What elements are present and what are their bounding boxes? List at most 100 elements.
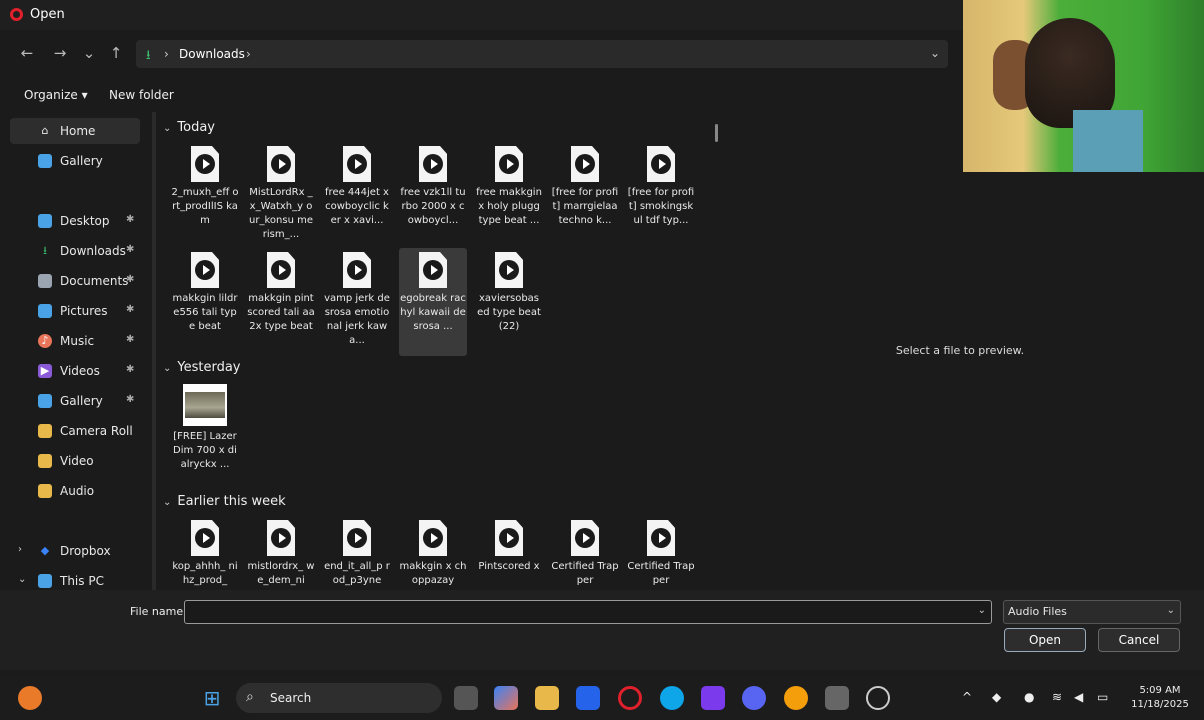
audio-file-icon [343, 520, 371, 556]
sidebar-item-camera-roll[interactable]: Camera Roll [10, 418, 140, 444]
volume-icon[interactable]: ◀ [1074, 690, 1083, 704]
recent-locations-icon[interactable]: ⌄ [78, 44, 100, 62]
start-icon[interactable]: ⊞ [200, 686, 224, 710]
file-name: makkgin lildre556 tali type beat [172, 293, 238, 332]
breadcrumb-chevron-icon[interactable]: › [246, 47, 251, 61]
file-item[interactable]: free vzk1ll turbo 2000 x cowboycl... [399, 146, 467, 228]
file-explorer-icon[interactable] [535, 686, 559, 710]
group-header-earlier-this-week[interactable]: ⌄ Earlier this week [163, 494, 286, 509]
group-header-today[interactable]: ⌄ Today [163, 120, 215, 135]
sidebar-item-label: Pictures [60, 304, 108, 318]
file-name: [free for profit] marrgielaa techno k... [551, 187, 619, 226]
copilot-icon[interactable] [494, 686, 518, 710]
file-name-input[interactable]: ⌄ [184, 600, 992, 624]
file-name-label: File name: [130, 605, 187, 618]
open-button[interactable]: Open [1004, 628, 1086, 652]
file-item[interactable]: [FREE] Lazer Dim 700 x dialryckx ... [171, 384, 239, 472]
sidebar-item-videos[interactable]: ▶ Videos ✱ [10, 358, 140, 384]
organize-button[interactable]: Organize ▾ [24, 88, 88, 102]
forward-arrow-icon[interactable]: → [49, 44, 71, 62]
pane-splitter[interactable] [152, 112, 156, 590]
documents-icon [38, 274, 52, 288]
vertical-scrollbar[interactable] [715, 124, 718, 142]
up-arrow-icon[interactable]: ↑ [105, 44, 127, 62]
file-item[interactable]: end_it_all_p rod_p3yne [323, 520, 391, 588]
file-item[interactable]: [free for profit] marrgielaa techno k... [551, 146, 619, 228]
microphone-icon[interactable]: ● [1024, 690, 1034, 704]
clipchamp-icon[interactable] [701, 686, 725, 710]
sidebar-item-label: Documents [60, 274, 129, 288]
chevron-down-icon[interactable]: ⌄ [978, 605, 986, 616]
taskbar-search[interactable]: ⌕ Search [236, 683, 442, 713]
file-item[interactable]: makkgin x choppazay [399, 520, 467, 588]
cancel-button[interactable]: Cancel [1098, 628, 1180, 652]
camera-icon[interactable] [825, 686, 849, 710]
file-item[interactable]: [free for profit] smokingsk ul tdf typ..… [627, 146, 695, 228]
gallery-icon [38, 394, 52, 408]
file-name: xaviersobas ed type beat (22) [477, 293, 541, 332]
sidebar-item-downloads[interactable]: ⭳ Downloads ✱ [10, 238, 140, 264]
file-item[interactable]: free makkgin x holy plugg type beat ... [475, 146, 543, 228]
sidebar-item-label: Music [60, 334, 95, 348]
task-view-icon[interactable] [454, 686, 478, 710]
file-item[interactable]: free 444jet x cowboyclic ker x xavi... [323, 146, 391, 228]
sidebar-item-label: Videos [60, 364, 100, 378]
file-item[interactable]: Pintscored x [475, 520, 543, 574]
clock-time: 5:09 AM [1139, 685, 1181, 696]
chevron-down-icon[interactable]: ⌄ [18, 574, 26, 585]
file-item[interactable]: makkgin pintscored tali aa2x type beat [247, 252, 315, 334]
outlook-icon[interactable] [576, 686, 600, 710]
dropbox-tray-icon[interactable]: ◆ [992, 690, 1001, 704]
clock[interactable]: 5:09 AM 11/18/2025 [1124, 684, 1196, 712]
file-name: vamp jerk desrosa emotional jerk kawa... [324, 293, 390, 346]
sidebar-item-gallery-2[interactable]: Gallery ✱ [10, 388, 140, 414]
back-arrow-icon[interactable]: ← [16, 44, 38, 62]
sidebar-item-audio[interactable]: Audio [10, 478, 140, 504]
sidebar-item-desktop[interactable]: Desktop ✱ [10, 208, 140, 234]
file-item[interactable]: mistlordrx_ we_dem_ni [247, 520, 315, 588]
edge-icon[interactable] [660, 686, 684, 710]
audio-file-icon [191, 252, 219, 288]
weather-icon[interactable] [18, 686, 42, 710]
file-item[interactable]: 2_muxh_eff ort_prodIlIS kam [171, 146, 239, 228]
file-name: kop_ahhh_ nihz_prod_ [172, 561, 238, 586]
file-item[interactable]: xaviersobas ed type beat (22) [475, 252, 543, 334]
file-item[interactable]: makkgin lildre556 tali type beat [171, 252, 239, 334]
sidebar-item-pictures[interactable]: Pictures ✱ [10, 298, 140, 324]
breadcrumb-downloads[interactable]: Downloads [179, 47, 245, 61]
pin-icon: ✱ [126, 244, 135, 255]
sidebar-item-dropbox[interactable]: › ◆ Dropbox [10, 538, 140, 564]
file-type-select[interactable]: Audio Files ⌄ [1003, 600, 1181, 624]
opera-icon[interactable] [618, 686, 642, 710]
file-item[interactable]: vamp jerk desrosa emotional jerk kawa... [323, 252, 391, 348]
file-item[interactable]: MistLordRx _x_Watxh_y our_konsu merism_.… [247, 146, 315, 242]
clock-date: 11/18/2025 [1131, 699, 1189, 710]
discord-icon[interactable] [742, 686, 766, 710]
file-item-hovered[interactable]: egobreak rachyl kawaii desrosa ... [399, 248, 467, 356]
videos-icon: ▶ [38, 364, 52, 378]
app-icon[interactable] [784, 686, 808, 710]
sidebar-item-gallery[interactable]: Gallery [10, 148, 140, 174]
audio-file-icon [495, 252, 523, 288]
webcam-overlay [963, 0, 1204, 172]
chevron-right-icon[interactable]: › [18, 544, 22, 555]
chevron-down-icon: ⌄ [1166, 605, 1175, 616]
file-item[interactable]: kop_ahhh_ nihz_prod_ [171, 520, 239, 588]
wifi-icon[interactable]: ≋ [1052, 690, 1062, 704]
audio-file-icon [191, 520, 219, 556]
file-name: makkgin x choppazay [399, 561, 467, 586]
new-folder-button[interactable]: New folder [109, 88, 174, 102]
file-item[interactable]: Certified Trapper [551, 520, 619, 588]
battery-icon[interactable]: ▭ [1097, 690, 1108, 704]
chevron-down-icon[interactable]: ⌄ [930, 46, 940, 60]
file-item[interactable]: Certified Trapper [627, 520, 695, 588]
chevron-up-icon[interactable]: ^ [962, 690, 972, 704]
sidebar-item-video[interactable]: Video [10, 448, 140, 474]
sidebar-item-music[interactable]: ♪ Music ✱ [10, 328, 140, 354]
sidebar-item-documents[interactable]: Documents ✱ [10, 268, 140, 294]
group-header-yesterday[interactable]: ⌄ Yesterday [163, 360, 241, 375]
obs-icon[interactable] [866, 686, 890, 710]
dialog-title: Open [30, 7, 65, 22]
address-bar[interactable]: ⭳ › Downloads › ⌄ [136, 40, 948, 68]
sidebar-item-home[interactable]: ⌂ Home [10, 118, 140, 144]
